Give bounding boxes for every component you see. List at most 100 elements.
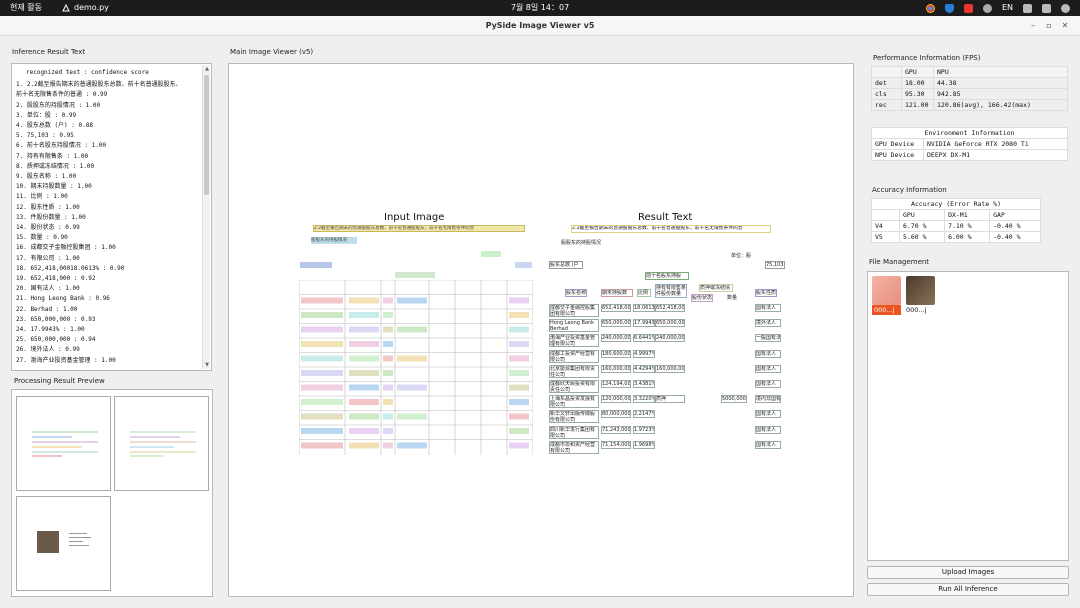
env-row-npu: NPU Device DEEPX DX-M1 — [871, 149, 1068, 161]
processing-preview-label: Processing Result Preview — [14, 377, 105, 385]
minimize-button[interactable]: – — [1026, 16, 1040, 36]
ocr-box — [383, 370, 393, 376]
result-cell: 6.6441% — [633, 334, 655, 343]
accuracy-table: Accuracy (Error Rate %) GPU DX-M1 GAP V4… — [871, 198, 1041, 243]
result-sub-line: 股股东的持股情况 — [561, 240, 602, 246]
close-button[interactable]: ✕ — [1058, 16, 1072, 36]
perf-cell: 121.00 — [901, 99, 934, 111]
inference-line: 5. 75,103 : 0.95 — [16, 132, 74, 140]
file-name: 000...j — [872, 305, 901, 315]
language-indicator[interactable]: EN — [1002, 0, 1013, 16]
input-top10-box — [395, 272, 435, 278]
volume-icon[interactable] — [1042, 3, 1051, 13]
record-icon[interactable] — [963, 3, 973, 13]
ocr-box — [301, 384, 343, 391]
result-text-title: Result Text — [638, 212, 693, 223]
inference-line: 23. 650,000,000 : 0.93 — [16, 315, 96, 323]
inference-result-list[interactable]: recognized text : confidence score 1. 2.… — [11, 63, 212, 371]
ocr-box — [349, 326, 379, 333]
perf-row-det: det 18.00 44.38 — [871, 77, 1068, 89]
result-head-line: 2.2截至报告期末的普通股股东总数、前十名普通股股东、前十名无限售条件的普 — [571, 225, 771, 233]
ocr-box — [349, 413, 379, 420]
result-cell: 国有法人 — [755, 425, 781, 434]
ocr-box — [383, 355, 393, 362]
result-cell: 一般国有法人 — [755, 334, 781, 343]
accuracy-label: Accuracy Information — [872, 186, 947, 194]
scroll-down-icon[interactable]: ▼ — [203, 361, 211, 369]
power-icon[interactable] — [1061, 3, 1070, 13]
ocr-box — [301, 312, 343, 318]
file-thumbnail — [906, 276, 935, 305]
scroll-up-icon[interactable]: ▲ — [203, 65, 211, 73]
acc-cell: 6.70 % — [898, 220, 946, 232]
main-viewer-label: Main Image Viewer (v5) — [230, 48, 314, 56]
env-row-gpu: GPU Device NVIDIA GeForce RTX 2080 Ti — [871, 138, 1068, 150]
inference-line: 18. 652,418,00018.0613% : 0.90 — [16, 264, 125, 272]
result-cell: 160,000,000 — [601, 364, 631, 373]
input-sub-line: 股股东的持股情况 — [311, 237, 357, 244]
audio-icon[interactable] — [982, 3, 992, 13]
inference-line: 11. 比例 : 1.00 — [16, 193, 68, 201]
run-all-inference-button[interactable]: Run All Inference — [867, 583, 1069, 596]
acc-cell: 6.00 % — [944, 231, 991, 243]
ocr-box — [301, 370, 343, 376]
inference-line: 前十名无限售条件的普通 : 0.99 — [16, 91, 108, 99]
performance-label: Performance Information (FPS) — [873, 54, 981, 62]
result-cell: 北京能源集团有限责任公司 — [549, 364, 599, 378]
ocr-box — [301, 355, 343, 362]
file-item-2[interactable]: 000...j — [906, 276, 935, 318]
ocr-box — [397, 297, 427, 304]
preview-thumb-1[interactable] — [16, 396, 111, 491]
perf-cell: rec — [871, 99, 902, 111]
file-list[interactable]: 000...j 000...j — [867, 271, 1069, 561]
preview-doc-lines — [69, 533, 91, 551]
inference-header: recognized text : confidence score — [26, 69, 149, 76]
scroll-thumb[interactable] — [204, 75, 209, 195]
os-top-bar: 현재 활동 demo.py 7월 8일 14：07 EN — [0, 0, 1080, 16]
ocr-box — [509, 341, 529, 347]
result-cell: 新华文轩出版传媒股份有限公司 — [549, 410, 599, 424]
env-cell: NPU Device — [871, 149, 924, 161]
ocr-box — [397, 384, 427, 391]
file-thumbnail — [872, 276, 901, 305]
shield-icon[interactable] — [944, 3, 954, 13]
inference-scrollbar[interactable]: ▲ ▼ — [202, 65, 210, 369]
input-total-value-box — [515, 262, 532, 268]
chrome-icon[interactable] — [925, 3, 935, 13]
perf-row-rec: rec 121.00 120.86(avg), 166.42(max) — [871, 99, 1068, 111]
result-col-ratio: 比例 — [637, 289, 651, 297]
result-cell: 1.9723% — [633, 425, 655, 434]
preview-thumb-3[interactable] — [16, 496, 111, 591]
result-cell: 124,194,000 — [601, 380, 631, 388]
ocr-box — [509, 384, 529, 391]
inference-line: 25. 650,000,000 : 0.94 — [16, 336, 96, 344]
acc-cell: 7.10 % — [944, 220, 991, 232]
file-item-1[interactable]: 000...j — [872, 276, 901, 318]
inference-line: 24. 17.9943% : 1.00 — [16, 326, 85, 334]
environment-title: Environment Information — [871, 127, 1068, 139]
inference-line: 7. 持有有限售条 : 1.00 — [16, 152, 89, 160]
result-cell: 国有法人 — [755, 380, 781, 388]
perf-cell: 120.86(avg), 166.42(max) — [933, 99, 1068, 111]
maximize-button[interactable]: ▫ — [1042, 16, 1056, 36]
preview-thumb-2[interactable] — [114, 396, 209, 491]
upload-images-button[interactable]: Upload Images — [867, 566, 1069, 579]
clock[interactable]: 7월 8일 14：07 — [0, 0, 1080, 16]
network-icon[interactable] — [1023, 3, 1032, 13]
inference-line: 2. 股股东的持股情况 : 1.00 — [16, 101, 101, 109]
result-cell: 4.9997% — [633, 349, 655, 358]
ocr-box — [397, 413, 427, 420]
result-cell: 国有法人 — [755, 440, 781, 449]
result-cell: 国有法人 — [755, 349, 781, 358]
result-cell: 80,000,000 — [601, 410, 631, 419]
ocr-box — [301, 341, 343, 347]
input-head-line: 2.2截至报告期末的普通股股东总数、前十名普通股股东、前十名无限售条件的普 — [313, 225, 525, 232]
acc-cell: 5.60 % — [898, 231, 946, 243]
result-cell: 3.4381% — [633, 380, 655, 388]
ocr-box — [509, 399, 529, 405]
result-cell: 4.4294% — [633, 364, 655, 373]
inference-line: 26. 境外法人 : 0.99 — [16, 346, 80, 354]
ocr-box — [509, 355, 529, 362]
result-cell: 120,000,000 — [601, 395, 631, 404]
acc-cell: V5 — [871, 231, 900, 243]
